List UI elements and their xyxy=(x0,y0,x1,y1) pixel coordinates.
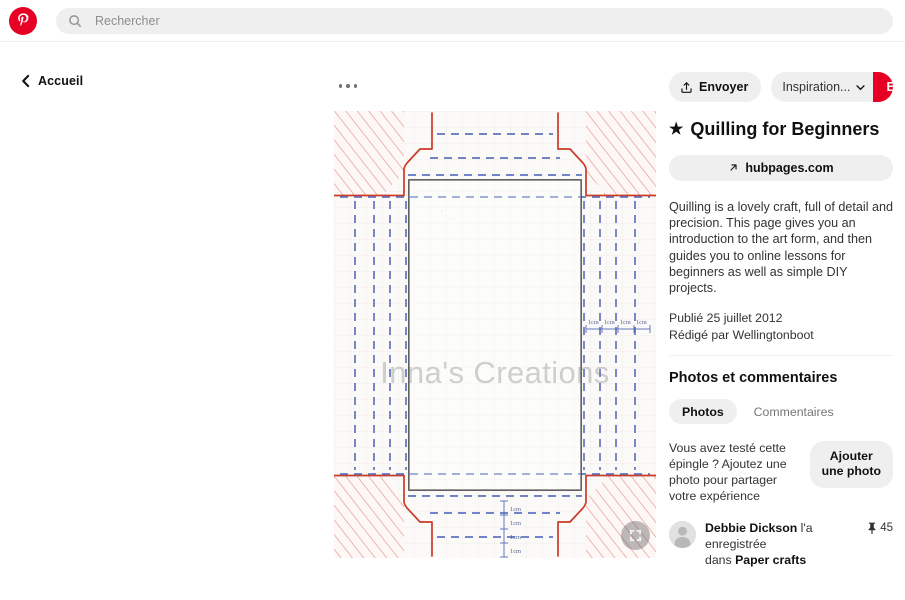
external-link-arrow-icon xyxy=(728,162,739,173)
pin-description: Quilling is a lovely craft, full of deta… xyxy=(669,199,894,296)
chevron-left-icon xyxy=(20,74,31,88)
pin-detail-panel: Envoyer Inspiration... Enregistrer ★ Qui… xyxy=(669,72,893,569)
more-options-icon[interactable] xyxy=(339,78,357,94)
saver-in-label: dans xyxy=(705,552,736,567)
pinterest-logo-icon[interactable] xyxy=(9,6,37,35)
saver-board[interactable]: Paper crafts xyxy=(735,553,806,567)
search-icon xyxy=(68,14,82,28)
svg-text:1cm: 1cm xyxy=(510,506,521,513)
svg-text:1cm: 1cm xyxy=(510,534,521,541)
save-button-label: Enregistrer xyxy=(886,80,893,94)
saver-row: Debbie Dickson l'a enregistrée dans Pape… xyxy=(669,519,893,569)
share-upload-icon xyxy=(680,81,693,94)
search-input[interactable] xyxy=(93,8,881,33)
svg-text:1cm: 1cm xyxy=(620,319,631,326)
save-count-value: 45 xyxy=(880,521,893,534)
pin-title-text: Quilling for Beginners xyxy=(690,119,880,139)
svg-text:1cm: 1cm xyxy=(510,520,521,527)
svg-text:1cm: 1cm xyxy=(510,548,521,555)
search-bar[interactable] xyxy=(56,7,893,34)
save-button[interactable]: Enregistrer xyxy=(873,72,893,102)
send-button[interactable]: Envoyer xyxy=(669,72,762,102)
back-to-home-label: Accueil xyxy=(38,74,84,88)
back-to-home-button[interactable]: Accueil xyxy=(20,74,83,88)
saver-text: Debbie Dickson l'a enregistrée dans Pape… xyxy=(705,521,858,569)
page-title: ★ Quilling for Beginners xyxy=(669,119,893,141)
author-credit: Rédigé par Wellingtonboot xyxy=(669,327,814,342)
send-button-label: Envoyer xyxy=(699,80,749,94)
star-icon: ★ xyxy=(669,120,684,138)
board-selector[interactable]: Inspiration... xyxy=(771,72,874,102)
tab-photos[interactable]: Photos xyxy=(669,399,737,425)
svg-text:1cm: 1cm xyxy=(636,319,647,326)
pin-actions-row: Envoyer Inspiration... Enregistrer xyxy=(669,72,893,102)
avatar[interactable] xyxy=(669,520,696,548)
svg-text:1cm: 1cm xyxy=(588,319,599,326)
pin-icon xyxy=(867,522,877,534)
add-photo-prompt-text: Vous avez testé cette épingle ? Ajoutez … xyxy=(669,441,787,503)
top-navigation-bar xyxy=(0,0,905,42)
tab-photos-label: Photos xyxy=(682,404,724,419)
chevron-down-icon xyxy=(855,82,866,93)
section-divider xyxy=(669,355,893,357)
expand-fullscreen-icon[interactable] xyxy=(621,521,650,550)
dot xyxy=(346,84,350,88)
source-link[interactable]: hubpages.com xyxy=(669,154,893,181)
add-photo-prompt: Vous avez testé cette épingle ? Ajoutez … xyxy=(669,441,893,505)
source-link-label: hubpages.com xyxy=(745,160,834,175)
board-selector-label: Inspiration... xyxy=(782,80,851,94)
save-group: Inspiration... Enregistrer xyxy=(771,72,893,102)
svg-text:1cm: 1cm xyxy=(604,319,615,326)
dot xyxy=(353,84,357,88)
dot xyxy=(339,84,343,88)
photos-comments-tabs: Photos Commentaires xyxy=(669,399,893,425)
add-photo-button[interactable]: Ajouter une photo xyxy=(809,441,893,488)
photos-comments-heading: Photos et commentaires xyxy=(669,370,838,387)
tab-commentaires-label: Commentaires xyxy=(753,404,834,419)
published-date: Publié 25 juillet 2012 xyxy=(669,311,783,326)
tab-commentaires[interactable]: Commentaires xyxy=(741,399,847,424)
saver-name[interactable]: Debbie Dickson xyxy=(705,521,797,535)
pin-image[interactable]: 1cm 1cm 1cm 1cm 1cm 1cm 1cm 1cm xyxy=(334,111,656,558)
save-count: 45 xyxy=(867,521,893,534)
